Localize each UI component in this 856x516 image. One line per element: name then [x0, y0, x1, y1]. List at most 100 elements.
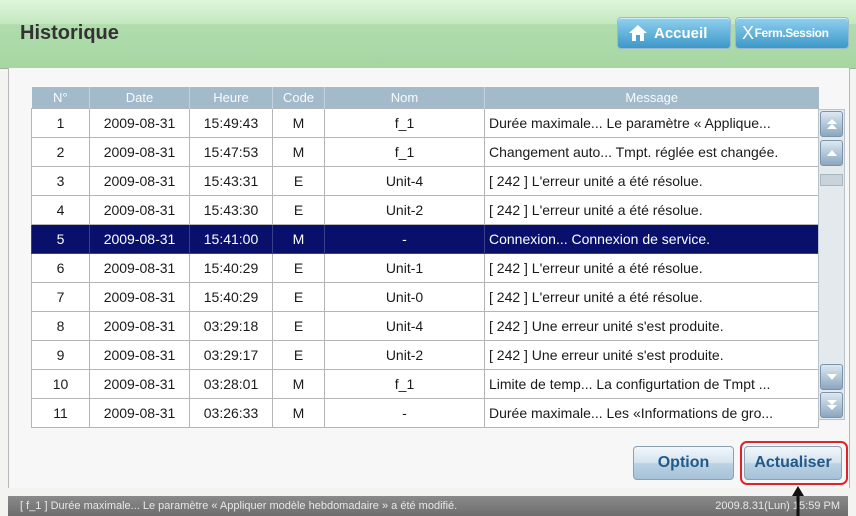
cell-date: 2009-08-31 — [89, 340, 190, 370]
home-label: Accueil — [654, 24, 708, 42]
cell-time: 15:40:29 — [189, 253, 273, 283]
table-row[interactable]: 9 2009-08-31 03:29:17 E Unit-2 [ 242 ] U… — [31, 340, 819, 370]
scroll-up-button[interactable] — [820, 140, 843, 166]
cell-message: [ 242 ] Une erreur unité s'est produite. — [484, 311, 819, 341]
cell-code: M — [272, 224, 325, 254]
cell-code: M — [272, 398, 325, 428]
cell-number: 3 — [31, 166, 90, 196]
cell-time: 15:49:43 — [189, 108, 273, 138]
cell-code: M — [272, 369, 325, 399]
cell-message: Limite de temp... La configurtation de T… — [484, 369, 819, 399]
cell-message: Durée maximale... Les «Informations de g… — [484, 398, 819, 428]
cell-message: [ 242 ] Une erreur unité s'est produite. — [484, 340, 819, 370]
cell-code: E — [272, 166, 325, 196]
history-table: N° Date Heure Code Nom Message 1 2009-08… — [31, 87, 819, 428]
table-row[interactable]: 2 2009-08-31 15:47:53 M f_1 Changement a… — [31, 137, 819, 167]
cell-time: 03:29:18 — [189, 311, 273, 341]
cell-date: 2009-08-31 — [89, 311, 190, 341]
cell-date: 2009-08-31 — [89, 137, 190, 167]
scroll-down-button[interactable] — [820, 364, 843, 390]
cell-number: 7 — [31, 282, 90, 312]
table-row[interactable]: 8 2009-08-31 03:29:18 E Unit-4 [ 242 ] U… — [31, 311, 819, 341]
chevron-up-icon — [826, 150, 837, 156]
cell-name: f_1 — [324, 137, 485, 167]
cell-code: M — [272, 108, 325, 138]
cell-number: 4 — [31, 195, 90, 225]
cell-code: E — [272, 195, 325, 225]
double-chevron-up-icon — [826, 119, 837, 129]
cell-name: - — [324, 398, 485, 428]
scroll-top-button[interactable] — [820, 111, 843, 137]
cell-message: [ 242 ] L'erreur unité a été résolue. — [484, 166, 819, 196]
table-row[interactable]: 7 2009-08-31 15:40:29 E Unit-0 [ 242 ] L… — [31, 282, 819, 312]
cell-code: E — [272, 282, 325, 312]
cell-date: 2009-08-31 — [89, 369, 190, 399]
page-title: Historique — [20, 22, 119, 44]
cell-time: 15:40:29 — [189, 282, 273, 312]
option-button[interactable]: Option — [633, 446, 734, 480]
logout-label: Ferm.Session — [754, 26, 829, 40]
cell-time: 15:43:30 — [189, 195, 273, 225]
home-button[interactable]: Accueil — [617, 17, 731, 49]
status-time: 2009.8.31(Lun) 15:59 PM — [715, 500, 840, 512]
logout-button[interactable]: X Ferm.Session — [735, 17, 849, 49]
table-scrollbar[interactable] — [818, 109, 845, 420]
cell-message: Changement auto... Tmpt. réglée est chan… — [484, 137, 819, 167]
cell-number: 2 — [31, 137, 90, 167]
cell-name: Unit-4 — [324, 311, 485, 341]
column-header-time[interactable]: Heure — [189, 87, 273, 109]
cell-name: Unit-2 — [324, 340, 485, 370]
chevron-down-icon — [826, 374, 837, 380]
refresh-highlight — [740, 441, 848, 485]
cell-number: 11 — [31, 398, 90, 428]
cell-name: Unit-4 — [324, 166, 485, 196]
cell-date: 2009-08-31 — [89, 166, 190, 196]
cell-number: 8 — [31, 311, 90, 341]
cell-name: Unit-2 — [324, 195, 485, 225]
double-chevron-down-icon — [826, 400, 837, 410]
cell-date: 2009-08-31 — [89, 398, 190, 428]
cell-date: 2009-08-31 — [89, 253, 190, 283]
cell-date: 2009-08-31 — [89, 195, 190, 225]
status-message: [ f_1 ] Durée maximale... Le paramètre «… — [20, 500, 458, 512]
cell-number: 9 — [31, 340, 90, 370]
cell-message: Connexion... Connexion de service. — [484, 224, 819, 254]
table-row[interactable]: 4 2009-08-31 15:43:30 E Unit-2 [ 242 ] L… — [31, 195, 819, 225]
cell-code: E — [272, 253, 325, 283]
table-row[interactable]: 6 2009-08-31 15:40:29 E Unit-1 [ 242 ] L… — [31, 253, 819, 283]
cell-time: 03:26:33 — [189, 398, 273, 428]
pointer-arrow-icon — [792, 486, 804, 516]
table-row[interactable]: 11 2009-08-31 03:26:33 M - Durée maximal… — [31, 398, 819, 428]
cell-number: 10 — [31, 369, 90, 399]
cell-time: 15:41:00 — [189, 224, 273, 254]
table-header-row: N° Date Heure Code Nom Message — [31, 87, 819, 109]
column-header-code[interactable]: Code — [272, 87, 325, 109]
cell-message: [ 242 ] L'erreur unité a été résolue. — [484, 282, 819, 312]
table-body: 1 2009-08-31 15:49:43 M f_1 Durée maxima… — [31, 108, 819, 428]
scroll-bottom-button[interactable] — [820, 392, 843, 418]
column-header-name[interactable]: Nom — [324, 87, 485, 109]
cell-number: 1 — [31, 108, 90, 138]
cell-message: [ 242 ] L'erreur unité a été résolue. — [484, 195, 819, 225]
cell-name: Unit-1 — [324, 253, 485, 283]
column-header-number[interactable]: N° — [31, 87, 90, 109]
cell-message: [ 242 ] L'erreur unité a été résolue. — [484, 253, 819, 283]
cell-date: 2009-08-31 — [89, 282, 190, 312]
column-header-date[interactable]: Date — [89, 87, 190, 109]
header-bar: Historique Accueil X Ferm.Session — [0, 0, 856, 69]
cell-code: M — [272, 137, 325, 167]
table-row[interactable]: 3 2009-08-31 15:43:31 E Unit-4 [ 242 ] L… — [31, 166, 819, 196]
cell-name: Unit-0 — [324, 282, 485, 312]
cell-date: 2009-08-31 — [89, 108, 190, 138]
cell-message: Durée maximale... Le paramètre « Appliqu… — [484, 108, 819, 138]
scroll-thumb[interactable] — [820, 174, 843, 186]
table-row[interactable]: 10 2009-08-31 03:28:01 M f_1 Limite de t… — [31, 369, 819, 399]
cell-time: 15:47:53 — [189, 137, 273, 167]
column-header-message[interactable]: Message — [484, 87, 819, 109]
cell-code: E — [272, 311, 325, 341]
table-row[interactable]: 1 2009-08-31 15:49:43 M f_1 Durée maxima… — [31, 108, 819, 138]
table-row-selected[interactable]: 5 2009-08-31 15:41:00 M - Connexion... C… — [31, 224, 819, 254]
cell-code: E — [272, 340, 325, 370]
cell-number: 6 — [31, 253, 90, 283]
home-icon — [629, 25, 647, 41]
